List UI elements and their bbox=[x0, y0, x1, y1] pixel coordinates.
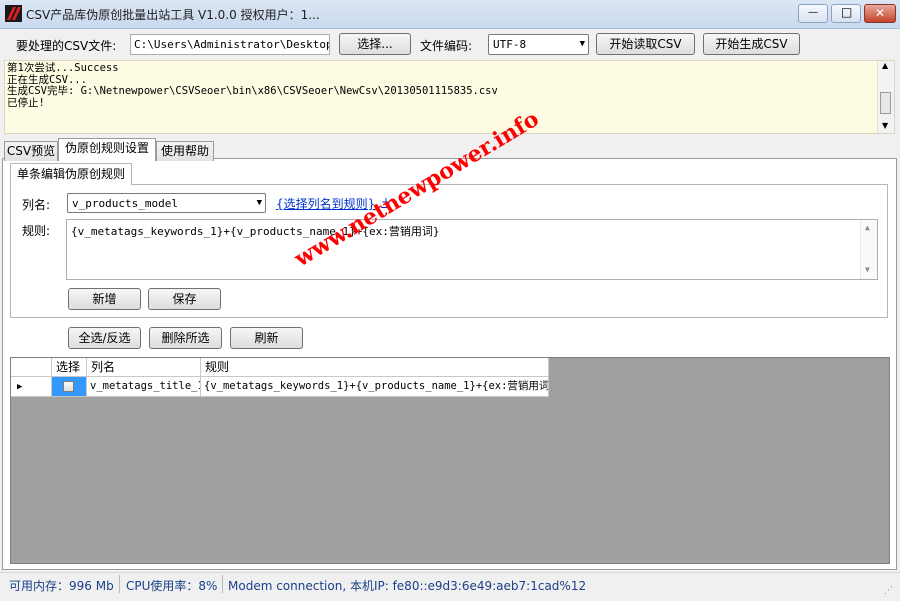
grid-corner-header bbox=[11, 358, 52, 377]
tab-csv-preview[interactable]: CSV预览 bbox=[4, 141, 58, 161]
table-row-checkbox-cell[interactable] bbox=[52, 377, 87, 397]
close-icon: ✕ bbox=[875, 6, 886, 20]
maximize-button[interactable]: □ bbox=[831, 4, 861, 23]
current-row-icon: ▶ bbox=[17, 382, 23, 392]
column-select-value: v_products_model bbox=[72, 197, 178, 210]
scroll-up-icon[interactable]: ▲ bbox=[882, 61, 888, 70]
delete-selected-button[interactable]: 删除所选 bbox=[149, 327, 222, 349]
generate-csv-button[interactable]: 开始生成CSV bbox=[703, 33, 800, 55]
grid-header-rule[interactable]: 规则 bbox=[201, 358, 549, 377]
select-all-button[interactable]: 全选/反选 bbox=[68, 327, 141, 349]
grid-row-header[interactable]: ▶ bbox=[11, 377, 52, 397]
read-csv-button[interactable]: 开始读取CSV bbox=[596, 33, 695, 55]
column-label: 列名: bbox=[22, 198, 51, 212]
scroll-down-icon[interactable]: ▼ bbox=[865, 265, 870, 274]
rule-label: 规则: bbox=[22, 224, 51, 238]
chevron-down-icon: ▼ bbox=[579, 39, 585, 49]
maximize-icon: □ bbox=[841, 5, 853, 19]
window-title: CSV产品库伪原创批量出站工具 V1.0.0 授权用户：1... bbox=[26, 8, 320, 22]
csv-file-path-input[interactable]: C:\Users\Administrator\Desktop\Z bbox=[130, 34, 330, 55]
status-separator bbox=[222, 575, 223, 593]
encoding-label: 文件编码: bbox=[420, 39, 473, 53]
minimize-button[interactable]: — bbox=[798, 4, 828, 23]
status-cpu: CPU使用率：8% bbox=[126, 579, 218, 593]
tab-rule-settings[interactable]: 伪原创规则设置 bbox=[58, 138, 156, 161]
scroll-down-icon[interactable]: ▼ bbox=[882, 121, 888, 130]
status-separator bbox=[119, 575, 120, 593]
add-button[interactable]: 新增 bbox=[68, 288, 141, 310]
scroll-up-icon[interactable]: ▲ bbox=[865, 223, 870, 232]
scroll-thumb[interactable] bbox=[880, 92, 891, 114]
csv-file-label: 要处理的CSV文件: bbox=[16, 39, 117, 53]
log-text: 第1次尝试...Success 正在生成CSV... 生成CSV完毕: G:\N… bbox=[7, 62, 498, 109]
log-scrollbar[interactable]: ▲ ▼ bbox=[877, 61, 894, 133]
tab-help[interactable]: 使用帮助 bbox=[156, 141, 214, 161]
close-button[interactable]: ✕ bbox=[864, 4, 896, 23]
chevron-down-icon: ▼ bbox=[256, 198, 262, 208]
log-output[interactable]: 第1次尝试...Success 正在生成CSV... 生成CSV完毕: G:\N… bbox=[4, 60, 895, 134]
browse-button[interactable]: 选择... bbox=[339, 33, 411, 55]
grid-header-column[interactable]: 列名 bbox=[87, 358, 201, 377]
table-row-column[interactable]: v_metatags_title_1 bbox=[87, 377, 201, 397]
refresh-button[interactable]: 刷新 bbox=[230, 327, 303, 349]
row-checkbox[interactable] bbox=[63, 381, 74, 392]
status-connection: Modem connection, 本机IP: fe80::e9d3:6e49:… bbox=[228, 579, 587, 593]
save-button[interactable]: 保存 bbox=[148, 288, 221, 310]
grid-header-select[interactable]: 选择 bbox=[52, 358, 87, 377]
encoding-select[interactable]: UTF-8 ▼ bbox=[488, 34, 589, 55]
rule-editor-title: 单条编辑伪原创规则 bbox=[10, 163, 132, 185]
column-select[interactable]: v_products_model ▼ bbox=[67, 193, 266, 213]
rule-text: {v_metatags_keywords_1}+{v_products_name… bbox=[71, 225, 440, 238]
status-memory: 可用内存：996 Mb bbox=[9, 579, 114, 593]
resize-grip-icon[interactable]: ⋰ bbox=[884, 586, 896, 598]
minimize-icon: — bbox=[808, 7, 818, 18]
app-icon bbox=[5, 5, 22, 22]
rule-scrollbar[interactable]: ▲ ▼ bbox=[860, 220, 877, 279]
encoding-value: UTF-8 bbox=[493, 38, 527, 51]
rule-textarea[interactable]: {v_metatags_keywords_1}+{v_products_name… bbox=[66, 219, 878, 280]
table-row-rule[interactable]: {v_metatags_keywords_1}+{v_products_name… bbox=[201, 377, 549, 397]
